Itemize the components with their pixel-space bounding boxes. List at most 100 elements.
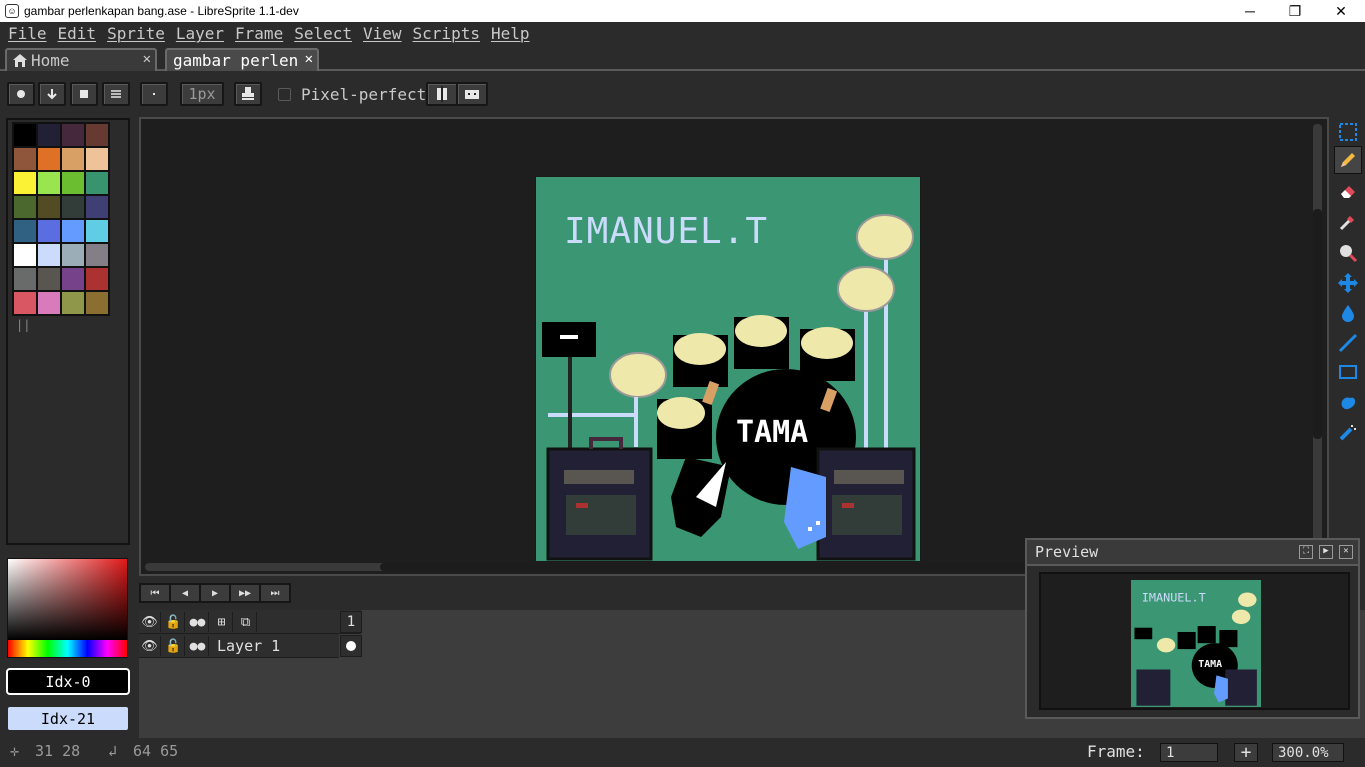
move-tool[interactable]: [1334, 269, 1362, 297]
background-color-button[interactable]: Idx-21: [6, 705, 130, 732]
color-hue-slider[interactable]: [8, 640, 127, 657]
brush-type-line-button[interactable]: [102, 82, 130, 106]
menu-view[interactable]: View: [363, 24, 402, 43]
palette-swatch[interactable]: [61, 291, 85, 315]
menu-help[interactable]: Help: [491, 24, 530, 43]
eye-icon[interactable]: 👁: [139, 612, 161, 632]
palette-swatch[interactable]: [85, 171, 109, 195]
symmetry-horizontal-button[interactable]: [456, 82, 488, 106]
play-button[interactable]: ▶: [199, 583, 231, 603]
color-picker[interactable]: [7, 558, 128, 658]
zoom-field[interactable]: 300.0%: [1272, 743, 1344, 762]
palette-swatch[interactable]: [61, 171, 85, 195]
palette-swatch[interactable]: [13, 243, 37, 267]
palette-swatch[interactable]: [61, 123, 85, 147]
palette-swatch[interactable]: [61, 267, 85, 291]
paint-bucket-tool[interactable]: [1334, 299, 1362, 327]
continuous-icon[interactable]: ●●: [187, 612, 209, 632]
pixel-perfect-checkbox-box[interactable]: [278, 88, 291, 101]
palette-swatch[interactable]: [85, 267, 109, 291]
palette-swatch[interactable]: [13, 267, 37, 291]
palette-swatch[interactable]: [85, 219, 109, 243]
palette-swatch[interactable]: [61, 147, 85, 171]
next-frame-button[interactable]: ▶▶: [229, 583, 261, 603]
last-frame-button[interactable]: ⏭: [259, 583, 291, 603]
frame-header-1[interactable]: 1: [340, 611, 362, 633]
contour-tool[interactable]: [1334, 388, 1362, 416]
layer-cel-1[interactable]: [340, 635, 362, 657]
palette-swatch[interactable]: [13, 147, 37, 171]
palette-swatch[interactable]: [13, 291, 37, 315]
palette-swatch[interactable]: [13, 219, 37, 243]
layer-name[interactable]: Layer 1: [217, 637, 280, 655]
palette-swatch[interactable]: [85, 123, 109, 147]
palette-swatch[interactable]: [61, 195, 85, 219]
tab-home[interactable]: Home ✕: [5, 48, 157, 71]
menu-layer[interactable]: Layer: [176, 24, 224, 43]
palette-swatch[interactable]: [61, 219, 85, 243]
palette-swatch[interactable]: [37, 147, 61, 171]
palette-swatch[interactable]: [85, 291, 109, 315]
close-window-button[interactable]: ✕: [1318, 0, 1364, 22]
preview-window[interactable]: Preview ⛶ ▶ ✕ TAMA IMANUEL.T: [1025, 538, 1360, 719]
tab-home-close-icon[interactable]: ✕: [143, 51, 151, 67]
palette-swatch[interactable]: [37, 291, 61, 315]
line-tool[interactable]: [1334, 329, 1362, 357]
palette-swatch[interactable]: [85, 243, 109, 267]
palette-swatch[interactable]: [37, 219, 61, 243]
menu-sprite[interactable]: Sprite: [107, 24, 165, 43]
preview-fullscreen-icon[interactable]: ⛶: [1299, 545, 1313, 559]
pencil-tool[interactable]: [1334, 146, 1362, 174]
palette-swatch[interactable]: [85, 147, 109, 171]
tab-document[interactable]: gambar perlen ✕: [165, 48, 319, 71]
foreground-color-button[interactable]: Idx-0: [6, 668, 130, 695]
tab-document-close-icon[interactable]: ✕: [305, 51, 313, 67]
layer-continuous-icon[interactable]: ●●: [187, 636, 209, 656]
brush-preview-button[interactable]: [140, 82, 168, 106]
brush-type-square-button[interactable]: [70, 82, 98, 106]
vertical-scroll-thumb[interactable]: [1313, 209, 1322, 439]
brush-angle-button[interactable]: [38, 82, 66, 106]
eyedropper-tool[interactable]: [1334, 208, 1362, 236]
menu-file[interactable]: File: [8, 24, 47, 43]
palette-swatch[interactable]: [37, 171, 61, 195]
sprite-canvas[interactable]: TAMA IMANUEL.T: [535, 176, 921, 562]
menu-scripts[interactable]: Scripts: [413, 24, 480, 43]
lock-icon[interactable]: 🔓: [163, 612, 185, 632]
palette-swatch[interactable]: [13, 171, 37, 195]
color-saturation-value-box[interactable]: [8, 559, 127, 640]
palette-swatch[interactable]: [85, 195, 109, 219]
palette-swatch[interactable]: [37, 243, 61, 267]
palette-swatch[interactable]: [37, 267, 61, 291]
layer-row[interactable]: 👁 🔓 ●● Layer 1: [139, 634, 339, 658]
preview-titlebar[interactable]: Preview ⛶ ▶ ✕: [1027, 540, 1358, 566]
palette-resize-handle[interactable]: ||: [16, 318, 30, 332]
vertical-scrollbar[interactable]: [1313, 124, 1322, 560]
rectangular-marquee-tool[interactable]: [1334, 118, 1362, 146]
zoom-tool[interactable]: [1334, 239, 1362, 267]
rectangle-tool[interactable]: [1334, 358, 1362, 386]
preview-close-icon[interactable]: ✕: [1339, 545, 1353, 559]
layer-visibility-eye-icon[interactable]: 👁: [139, 636, 161, 656]
menu-select[interactable]: Select: [294, 24, 352, 43]
minimize-button[interactable]: ─: [1227, 0, 1273, 22]
first-frame-button[interactable]: ⏮: [139, 583, 171, 603]
symmetry-vertical-button[interactable]: [426, 82, 458, 106]
brush-size-field[interactable]: 1px: [180, 82, 224, 106]
palette-swatch[interactable]: [13, 195, 37, 219]
preview-play-icon[interactable]: ▶: [1319, 545, 1333, 559]
layers-icon[interactable]: ⊞: [211, 612, 233, 632]
layer-lock-icon[interactable]: 🔓: [163, 636, 185, 656]
spray-tool[interactable]: [1334, 418, 1362, 446]
menu-edit[interactable]: Edit: [58, 24, 97, 43]
restore-button[interactable]: ❐: [1272, 0, 1318, 22]
onion-skin-icon[interactable]: ⧉: [235, 612, 257, 632]
previous-frame-button[interactable]: ◀: [169, 583, 201, 603]
add-frame-button[interactable]: +: [1234, 742, 1258, 763]
ink-type-button[interactable]: [234, 82, 262, 106]
palette-swatch[interactable]: [37, 123, 61, 147]
brush-type-circle-button[interactable]: [7, 82, 35, 106]
eraser-tool[interactable]: [1334, 177, 1362, 205]
menu-frame[interactable]: Frame: [235, 24, 283, 43]
palette-swatch[interactable]: [13, 123, 37, 147]
